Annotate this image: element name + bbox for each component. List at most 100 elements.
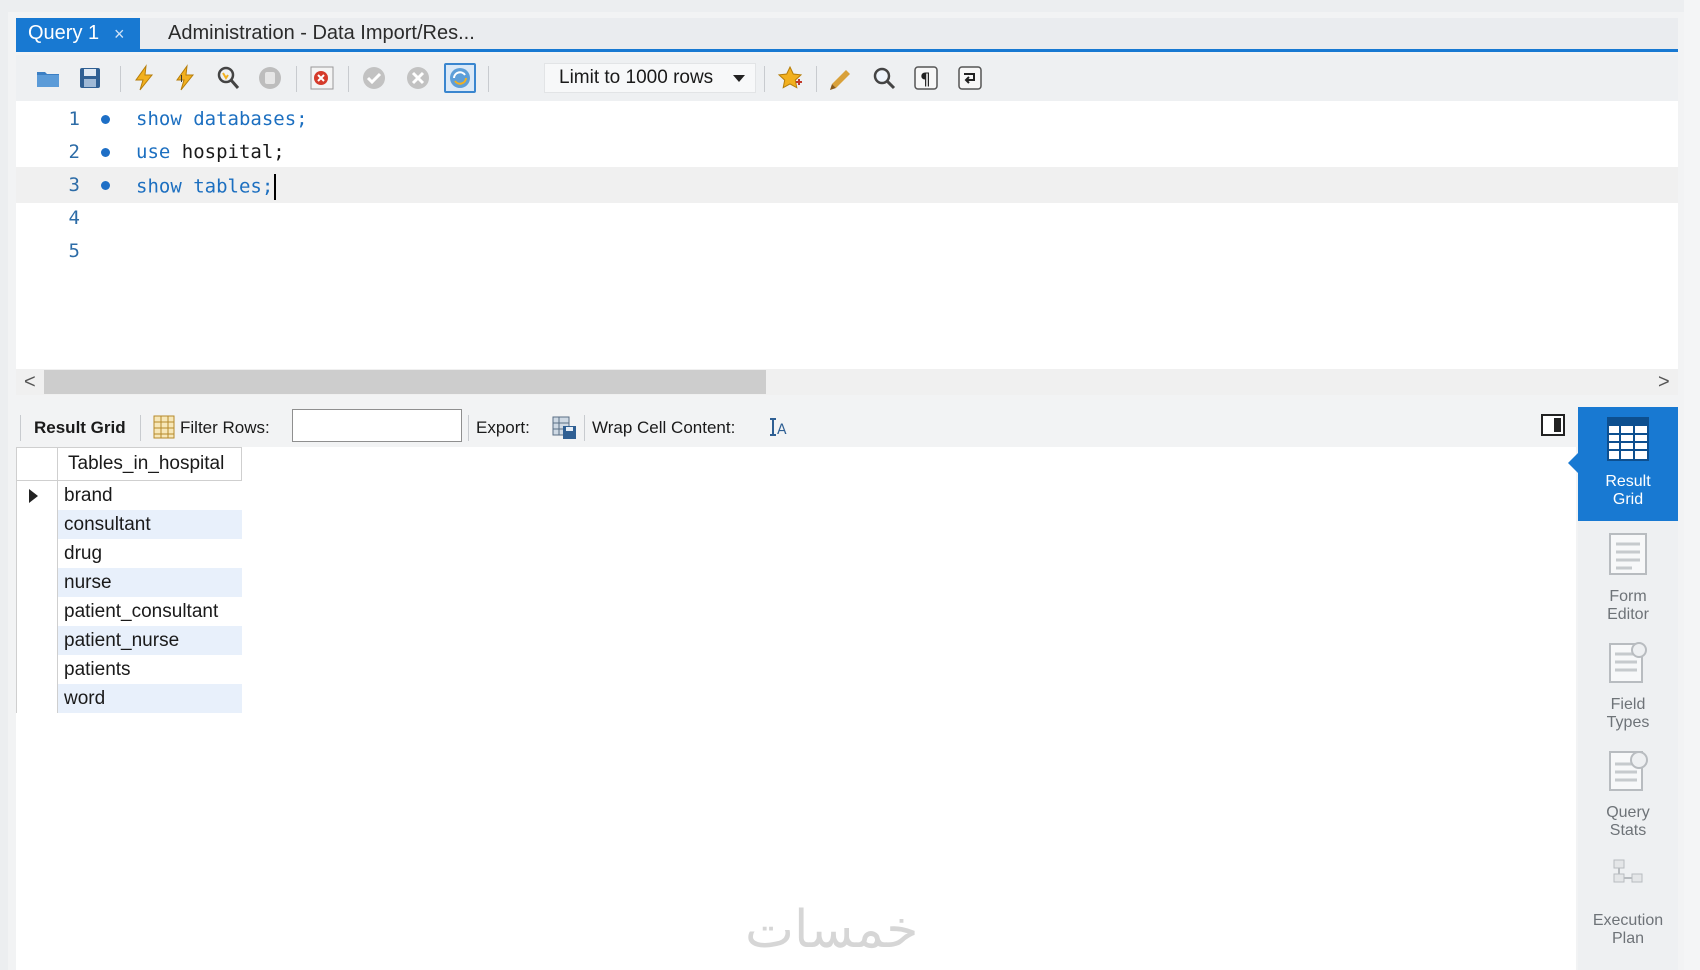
scroll-left-arrow[interactable]: < <box>24 371 36 394</box>
result-grid-icon <box>1607 417 1649 461</box>
field-types-icon <box>1609 642 1647 683</box>
sql-editor-toolbar: I Limit to 1000 rows ¶ <box>16 55 1678 101</box>
form-editor-icon <box>1609 533 1647 575</box>
find-icon[interactable] <box>868 63 900 93</box>
table-row[interactable]: drug <box>16 539 242 568</box>
toolbar-separator <box>488 66 489 92</box>
save-icon[interactable] <box>74 63 106 93</box>
code-text[interactable]: use hospital; <box>136 141 285 163</box>
grid-cell[interactable]: patient_consultant <box>58 597 242 626</box>
toolbar-separator <box>816 66 817 92</box>
grid-view-icon[interactable] <box>150 413 178 441</box>
row-header[interactable] <box>16 568 58 597</box>
row-header[interactable] <box>16 539 58 568</box>
sql-keyword: show tables; <box>136 175 274 198</box>
left-edge <box>0 0 8 970</box>
editor-line[interactable]: 4 <box>16 200 1678 236</box>
editor-line-current[interactable]: 3 show tables; <box>16 167 1678 203</box>
beautify-icon[interactable] <box>826 63 858 93</box>
filter-rows-input[interactable] <box>292 409 462 442</box>
table-row[interactable]: nurse <box>16 568 242 597</box>
code-text[interactable]: show databases; <box>136 108 308 130</box>
limit-rows-select[interactable]: Limit to 1000 rows <box>544 63 756 93</box>
side-label: Result Grid <box>1605 473 1651 508</box>
side-label: Query Stats <box>1606 804 1650 839</box>
rollback-icon[interactable] <box>402 63 434 93</box>
statement-marker-icon <box>101 148 110 157</box>
grid-cell[interactable]: patient_nurse <box>58 626 242 655</box>
table-row[interactable]: word <box>16 684 242 713</box>
side-form-editor[interactable]: Form Editor <box>1578 522 1678 636</box>
editor-line[interactable]: 2 use hospital; <box>16 134 1678 170</box>
stop-icon[interactable] <box>254 63 286 93</box>
grid-cell[interactable]: drug <box>58 539 242 568</box>
row-header[interactable] <box>16 481 58 510</box>
side-result-grid[interactable]: Result Grid <box>1568 407 1678 521</box>
table-row[interactable]: consultant <box>16 510 242 539</box>
grid-cell[interactable]: nurse <box>58 568 242 597</box>
side-label: Execution Plan <box>1592 912 1664 947</box>
code-text[interactable]: show tables; <box>136 174 277 200</box>
svg-text:¶: ¶ <box>920 70 931 90</box>
row-header[interactable] <box>16 684 58 713</box>
bookmark-star-icon[interactable] <box>774 63 806 93</box>
execute-icon[interactable] <box>128 63 160 93</box>
table-row[interactable]: patient_consultant <box>16 597 242 626</box>
toolbar-separator <box>348 66 349 92</box>
commit-icon[interactable] <box>358 63 390 93</box>
grid-cell[interactable]: brand <box>58 481 242 510</box>
side-query-stats[interactable]: Query Stats <box>1578 738 1678 852</box>
line-number: 3 <box>68 174 80 196</box>
editor-line[interactable]: 5 <box>16 233 1678 269</box>
tab-administration[interactable]: Administration - Data Import/Res... <box>152 18 475 49</box>
export-icon[interactable] <box>550 413 578 441</box>
active-notch <box>1568 453 1578 473</box>
grid-cell[interactable]: consultant <box>58 510 242 539</box>
statement-marker-icon <box>101 115 110 124</box>
close-icon[interactable]: × <box>114 24 125 45</box>
row-pointer-icon <box>29 489 38 503</box>
wrap-cell-icon[interactable]: A <box>764 413 792 441</box>
row-header[interactable] <box>16 597 58 626</box>
tab-query-1[interactable]: Query 1 × <box>16 18 140 49</box>
table-row[interactable]: patient_nurse <box>16 626 242 655</box>
open-folder-icon[interactable] <box>32 63 64 93</box>
side-field-types[interactable]: Field Types <box>1578 630 1678 744</box>
toggle-side-panel-icon[interactable] <box>1541 414 1565 436</box>
toggle-error-icon[interactable] <box>306 63 338 93</box>
svg-text:I: I <box>180 74 183 85</box>
toolbar-separator <box>20 415 21 441</box>
autocommit-icon[interactable] <box>444 63 476 93</box>
editor-horizontal-scrollbar[interactable]: < > <box>16 369 1678 395</box>
column-header[interactable]: Tables_in_hospital <box>58 447 242 481</box>
sql-editor[interactable]: 1 show databases; 2 use hospital; 3 show… <box>16 101 1678 369</box>
table-row[interactable]: brand <box>16 481 242 510</box>
grid-cell[interactable]: patients <box>58 655 242 684</box>
grid-header: Tables_in_hospital <box>16 447 242 481</box>
explain-icon[interactable] <box>212 63 244 93</box>
export-label: Export: <box>476 418 530 437</box>
right-edge <box>1684 0 1700 970</box>
side-execution-plan[interactable]: Execution Plan <box>1578 846 1678 960</box>
scrollbar-thumb[interactable] <box>44 370 766 394</box>
wrap-icon[interactable] <box>954 63 986 93</box>
query-stats-icon <box>1609 751 1648 791</box>
result-side-panel: Result Grid Form Editor Field Types Query St… <box>1568 407 1678 970</box>
row-header[interactable] <box>16 655 58 684</box>
scroll-right-arrow[interactable]: > <box>1658 371 1670 394</box>
grid-cell[interactable]: word <box>58 684 242 713</box>
result-grid-label[interactable]: Result Grid <box>34 418 126 438</box>
sql-keyword: show databases; <box>136 108 308 130</box>
table-row[interactable]: patients <box>16 655 242 684</box>
grid-corner[interactable] <box>16 447 58 481</box>
result-toolbar: Result Grid Filter Rows: Export: Wrap Ce… <box>16 409 1578 447</box>
tab-label: Administration - Data Import/Res... <box>168 22 475 44</box>
invisible-chars-icon[interactable]: ¶ <box>910 63 942 93</box>
row-header[interactable] <box>16 626 58 655</box>
execute-current-icon[interactable]: I <box>169 63 201 93</box>
text-cursor <box>274 174 277 200</box>
toolbar-separator <box>764 66 765 92</box>
toolbar-separator <box>468 415 469 441</box>
editor-line[interactable]: 1 show databases; <box>16 101 1678 137</box>
row-header[interactable] <box>16 510 58 539</box>
